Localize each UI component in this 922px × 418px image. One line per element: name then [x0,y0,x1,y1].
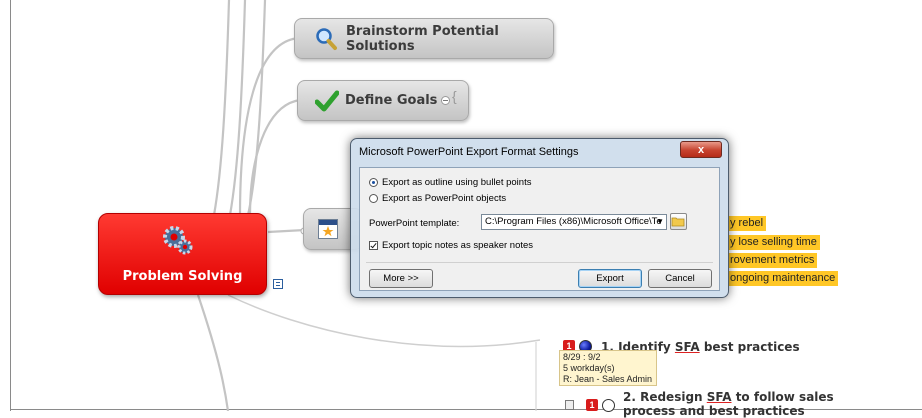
star-slide-icon [318,219,338,239]
export-button[interactable]: Export [578,269,642,288]
task-redesign-sfa[interactable]: 2. Redesign SFA to follow sales process … [623,390,834,418]
priority-1-badge: 1 [586,399,598,411]
radio-outline[interactable] [369,178,378,187]
notes-icon[interactable] [273,279,283,289]
dropdown-arrow-icon: ▼ [656,217,664,226]
speaker-notes-checkbox[interactable] [369,241,378,250]
topic-label: Brainstorm Potential Solutions [346,23,499,54]
progress-empty-icon [602,399,615,412]
speaker-notes-option[interactable]: Export topic notes as speaker notes [369,240,533,251]
central-topic-problem-solving[interactable]: Problem Solving [98,213,267,295]
highlight-item[interactable]: y rebel [728,216,767,231]
radio-outline-option[interactable]: Export as outline using bullet points [369,177,531,188]
browse-folder-button[interactable] [670,213,687,230]
magnifier-icon [314,27,338,51]
more-button[interactable]: More >> [369,269,433,288]
checkmark-icon [314,89,340,113]
task-dates: 8/29 : 9/2 [563,352,601,362]
gears-icon [161,224,195,258]
highlight-item[interactable]: y lose selling time [728,235,820,250]
cancel-button[interactable]: Cancel [648,269,712,288]
central-topic-label: Problem Solving [122,269,243,284]
topic-label: Define Goals [345,93,438,108]
folder-icon [671,217,685,227]
calendar-icon [565,400,574,410]
task-duration: 5 workday(s) [563,363,615,373]
topic-brainstorm-potential-solutions[interactable]: Brainstorm Potential Solutions [294,18,554,59]
dialog-title: Microsoft PowerPoint Export Format Setti… [359,146,579,158]
radio-objects[interactable] [369,194,378,203]
highlight-item[interactable]: ongoing maintenance [728,271,839,286]
highlight-item[interactable]: rovement metrics [728,253,818,268]
template-select[interactable]: C:\Program Files (x86)\Microsoft Office\… [481,214,667,230]
task-note-box: 8/29 : 9/2 5 workday(s) R: Jean - Sales … [559,350,657,386]
divider [366,262,713,263]
powerpoint-export-dialog: Microsoft PowerPoint Export Format Setti… [350,138,729,298]
task-resource: R: Jean - Sales Admin [563,374,653,384]
close-button[interactable]: x [680,141,722,158]
radio-objects-option[interactable]: Export as PowerPoint objects [369,193,506,204]
template-label: PowerPoint template: [369,218,460,229]
collapse-toggle-define-goals[interactable] [441,96,450,105]
dialog-body: Export as outline using bullet points Ex… [359,167,720,291]
bracket-glyph: { [452,88,457,104]
